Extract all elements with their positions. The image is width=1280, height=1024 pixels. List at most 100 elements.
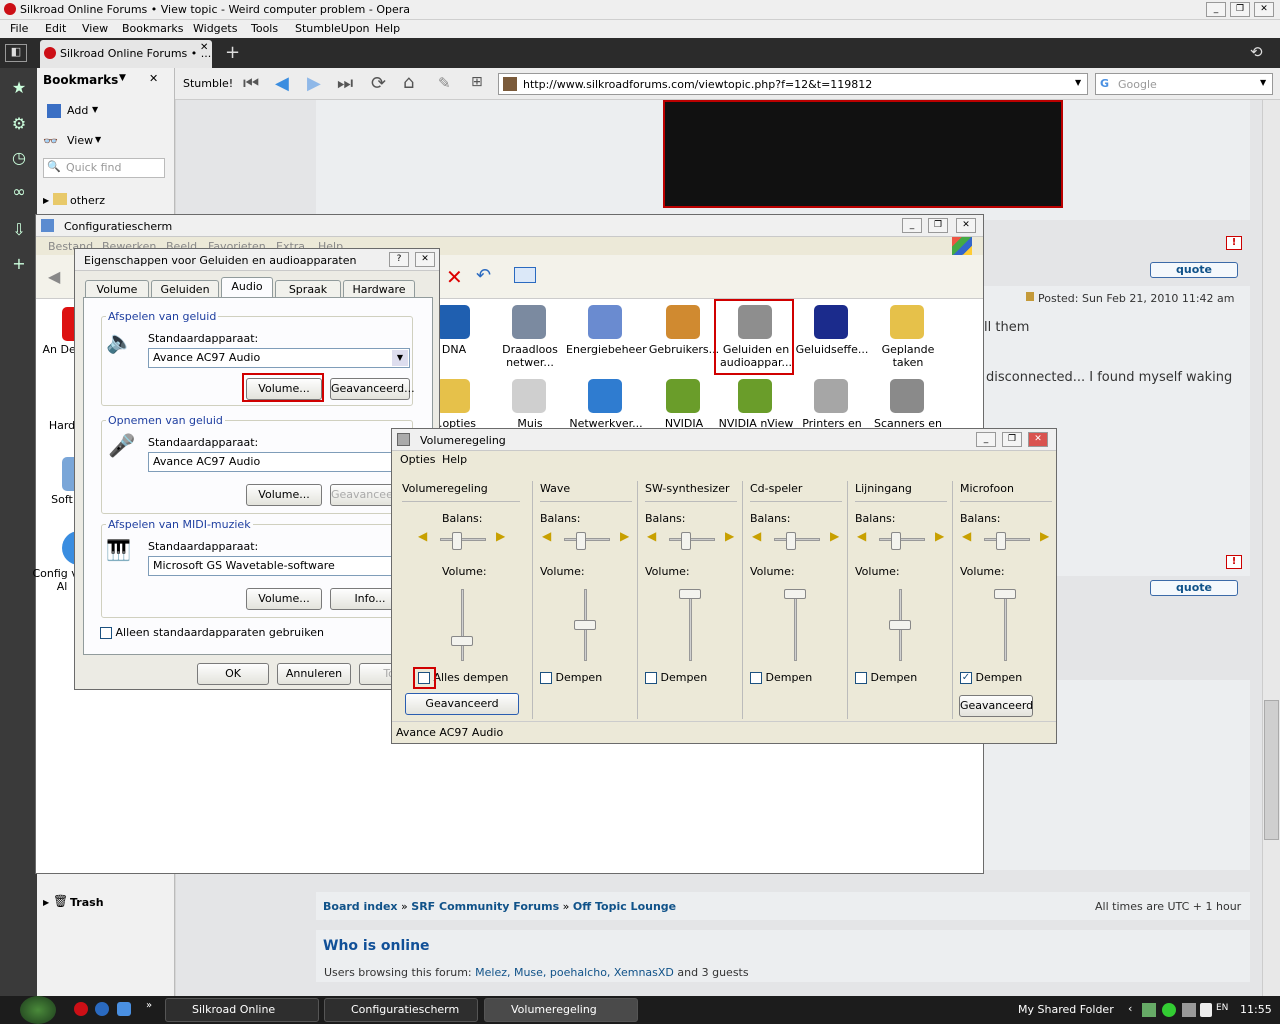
history-clock-icon[interactable]: ◷ bbox=[7, 148, 31, 172]
balance-track[interactable] bbox=[879, 538, 925, 541]
chevron-down-icon[interactable]: ▼ bbox=[119, 73, 126, 83]
sound-help-button[interactable]: ? bbox=[389, 252, 409, 267]
edit-pen-icon[interactable]: ✎ bbox=[438, 74, 451, 92]
clock[interactable]: 11:55 bbox=[1240, 1003, 1272, 1016]
balance-thumb[interactable] bbox=[681, 532, 691, 550]
balance-track[interactable] bbox=[669, 538, 715, 541]
midi-volume-button[interactable]: Volume... bbox=[246, 588, 322, 610]
trash-expand-icon[interactable]: ▶ bbox=[43, 898, 49, 907]
volume-thumb[interactable] bbox=[574, 620, 596, 630]
only-default-checkbox[interactable] bbox=[100, 627, 112, 639]
cp-icon-1-icon[interactable] bbox=[512, 305, 546, 339]
minimize-button[interactable]: _ bbox=[1206, 2, 1226, 17]
volume-thumb[interactable] bbox=[889, 620, 911, 630]
menu-view[interactable]: View bbox=[82, 22, 108, 35]
cp-icon-5-icon[interactable] bbox=[814, 305, 848, 339]
menu-widgets[interactable]: Widgets bbox=[193, 22, 237, 35]
back-icon[interactable]: ◀ bbox=[275, 73, 289, 94]
report-icon[interactable]: ! bbox=[1226, 236, 1242, 250]
playback-advanced-button[interactable]: Geavanceerd... bbox=[330, 378, 415, 400]
balance-track[interactable] bbox=[440, 538, 486, 541]
reload-icon[interactable]: ⟳ bbox=[371, 73, 386, 94]
volume-track[interactable] bbox=[794, 589, 797, 661]
panel-toggle-icon[interactable]: ◧ bbox=[5, 44, 27, 62]
home-icon[interactable]: ⌂ bbox=[403, 72, 414, 93]
volume-track[interactable] bbox=[1004, 589, 1007, 661]
breadcrumb-offtopic[interactable]: Off Topic Lounge bbox=[573, 900, 676, 913]
view-mode-icon[interactable] bbox=[514, 267, 536, 283]
tab-spraak[interactable]: Spraak bbox=[275, 280, 341, 298]
breadcrumb-board-index[interactable]: Board index bbox=[323, 900, 398, 913]
online-users[interactable]: Melez, Muse, poehalcho, XemnasXD bbox=[475, 966, 674, 979]
midi-device-select[interactable]: Microsoft GS Wavetable-software bbox=[148, 556, 410, 576]
cp-icon-label[interactable]: Energiebeheer bbox=[566, 343, 647, 356]
bookmark-page-icon[interactable]: ⊞ bbox=[471, 74, 483, 90]
add-chevron-icon[interactable]: ▼ bbox=[92, 105, 98, 114]
balance-thumb[interactable] bbox=[452, 532, 462, 550]
quote-button[interactable]: quote bbox=[1150, 262, 1238, 278]
scrollbar-thumb[interactable] bbox=[1264, 700, 1279, 840]
new-tab-button[interactable]: + bbox=[225, 42, 240, 63]
cp-icon-label[interactable]: Geplande taken bbox=[868, 343, 948, 369]
quickfind-input[interactable]: Quick find bbox=[43, 158, 165, 178]
balance-track[interactable] bbox=[984, 538, 1030, 541]
record-device-select[interactable]: Avance AC97 Audio bbox=[148, 452, 410, 472]
undo-icon[interactable]: ↶ bbox=[476, 265, 491, 286]
shared-folder-label[interactable]: My Shared Folder bbox=[1018, 1003, 1114, 1016]
tab-audio[interactable]: Audio bbox=[221, 277, 273, 298]
cp-icon-2-icon[interactable] bbox=[588, 305, 622, 339]
menu-edit[interactable]: Edit bbox=[45, 22, 66, 35]
cp-restore-button[interactable]: ❐ bbox=[928, 218, 948, 233]
language-indicator[interactable]: EN bbox=[1216, 1003, 1228, 1013]
volume-thumb[interactable] bbox=[451, 635, 473, 646]
volume-track[interactable] bbox=[689, 589, 692, 661]
volume-track[interactable] bbox=[461, 589, 464, 661]
expand-arrow-icon[interactable]: ▶ bbox=[43, 196, 49, 205]
cp-icon-12-icon[interactable] bbox=[814, 379, 848, 413]
quicklaunch-media-icon[interactable] bbox=[95, 1002, 109, 1016]
mute-checkbox[interactable] bbox=[645, 672, 657, 684]
close-panel-icon[interactable]: ✕ bbox=[149, 72, 158, 85]
url-dropdown-icon[interactable]: ▼ bbox=[1075, 78, 1081, 87]
widgets-gear-icon[interactable]: ⚙ bbox=[7, 114, 31, 138]
search-dropdown-icon[interactable]: ▼ bbox=[1260, 78, 1266, 87]
volume-thumb[interactable] bbox=[784, 589, 806, 599]
forward-icon[interactable]: ▶ bbox=[307, 73, 321, 94]
menu-bookmarks[interactable]: Bookmarks bbox=[122, 22, 183, 35]
mute-row[interactable]: Dempen bbox=[855, 671, 917, 684]
restore-button[interactable]: ❐ bbox=[1230, 2, 1250, 17]
view-button[interactable]: View bbox=[67, 134, 93, 147]
cp-icon-6-icon[interactable] bbox=[890, 305, 924, 339]
tab-geluiden[interactable]: Geluiden bbox=[151, 280, 219, 298]
cp-minimize-button[interactable]: _ bbox=[902, 218, 922, 233]
cp-close-button[interactable]: ✕ bbox=[956, 218, 976, 233]
cp-icon-label[interactable]: Draadloos netwer... bbox=[490, 343, 570, 369]
downloads-icon[interactable]: ⇩ bbox=[7, 220, 31, 244]
breadcrumb-community[interactable]: SRF Community Forums bbox=[411, 900, 559, 913]
dropdown-arrow-icon[interactable]: ▼ bbox=[392, 350, 408, 366]
taskbar-control-panel[interactable]: Configuratiescherm bbox=[324, 998, 478, 1022]
security-icon[interactable] bbox=[1162, 1003, 1176, 1017]
cp-icon-8-icon[interactable] bbox=[512, 379, 546, 413]
cp-icon-11-icon[interactable] bbox=[738, 379, 772, 413]
cp-icon-label[interactable]: Geluidseffe... bbox=[792, 343, 872, 356]
mute-checkbox[interactable] bbox=[750, 672, 762, 684]
browser-tab[interactable]: Silkroad Online Forums • ... ✕ bbox=[40, 40, 212, 68]
volume-tray-icon[interactable] bbox=[1182, 1003, 1196, 1017]
view-glasses-icon[interactable]: 👓 bbox=[43, 134, 58, 148]
taskbar-opera[interactable]: Silkroad Online Forum... bbox=[165, 998, 319, 1022]
fastforward-icon[interactable]: ⏭ bbox=[337, 73, 353, 94]
menu-tools[interactable]: Tools bbox=[251, 22, 278, 35]
balance-thumb[interactable] bbox=[786, 532, 796, 550]
mixer-advanced-button[interactable]: Geavanceerd bbox=[405, 693, 519, 715]
taskbar-volume-control[interactable]: Volumeregeling bbox=[484, 998, 638, 1022]
cp-icon-0-icon[interactable] bbox=[436, 305, 470, 339]
quote-button[interactable]: quote bbox=[1150, 580, 1238, 596]
tab-close-icon[interactable]: ✕ bbox=[200, 42, 208, 53]
cp-icon-label[interactable]: Gebruikers... bbox=[644, 343, 724, 356]
mute-row[interactable]: Dempen bbox=[645, 671, 707, 684]
trash-tab-icon[interactable]: ⟲ bbox=[1250, 43, 1263, 61]
sound-close-button[interactable]: ✕ bbox=[415, 252, 435, 267]
cp-icon-3-icon[interactable] bbox=[666, 305, 700, 339]
mixer-menu-options[interactable]: Opties bbox=[400, 453, 436, 466]
